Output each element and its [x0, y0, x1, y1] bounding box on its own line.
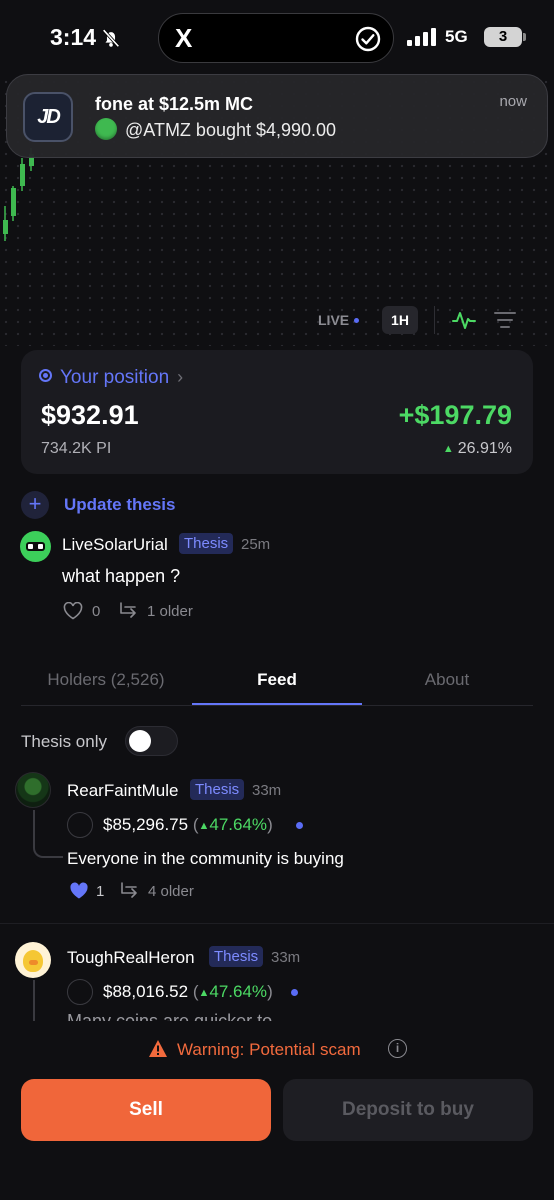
battery-icon: 3 [484, 27, 522, 47]
check-circle-icon [355, 26, 381, 52]
pulse-chart-icon[interactable] [452, 309, 476, 331]
post-time: 33m [271, 949, 301, 966]
post-username[interactable]: RearFaintMule [67, 781, 179, 801]
holding-amount: $85,296.75 [103, 815, 189, 834]
pnl-pct-value: 26.91% [457, 440, 512, 457]
thread-line [33, 810, 63, 858]
update-thesis-label: Update thesis [64, 495, 176, 514]
post-username[interactable]: ToughRealHeron [67, 948, 195, 968]
x-logo-icon: X [175, 23, 193, 53]
heart-filled-icon[interactable] [69, 882, 89, 900]
push-notification[interactable]: JD fone at $12.5m MC @ATMZ bought $4,990… [6, 74, 548, 158]
up-triangle-icon: ▲ [198, 987, 210, 999]
toggle-knob [129, 730, 151, 752]
warning-text: Warning: Potential scam [177, 1040, 361, 1059]
like-count: 1 [96, 883, 105, 900]
tab-about[interactable]: About [362, 670, 532, 690]
notification-body: @ATMZ bought $4,990.00 [95, 118, 336, 141]
post-username[interactable]: LiveSolarUrial [62, 535, 168, 555]
position-card[interactable]: Your position › $932.91 734.2K PI +$197.7… [21, 350, 533, 474]
sell-button[interactable]: Sell [21, 1079, 271, 1141]
position-amount: 734.2K PI [41, 440, 112, 457]
thesis-badge: Thesis [209, 946, 264, 967]
tab-indicator [192, 703, 362, 705]
divider [0, 923, 554, 924]
token-ring-icon [67, 979, 93, 1005]
status-dot [291, 989, 298, 996]
notification-body-text: @ATMZ bought $4,990.00 [125, 120, 337, 140]
post-message: what happen ? [62, 566, 181, 586]
holding-value: $88,016.52 (▲47.64%) [103, 982, 273, 1001]
thesis-only-label: Thesis only [21, 732, 107, 751]
reply-thread-icon [121, 882, 137, 898]
interval-button[interactable]: 1H [382, 306, 418, 334]
avatar[interactable] [15, 942, 51, 978]
app-logo-icon: JD [23, 92, 73, 142]
bell-slash-icon [102, 29, 120, 48]
battery-cap [523, 33, 526, 41]
status-bar: 3:14 X 5G 3 [0, 0, 554, 76]
position-pnl-pct: ▲ 26.91% [443, 440, 512, 458]
plus-icon: + [21, 491, 49, 519]
divider [434, 306, 435, 334]
holding-value: $85,296.75 (▲47.64%) [103, 815, 273, 834]
up-triangle-icon: ▲ [442, 443, 454, 455]
holding-gain: 47.64% [209, 815, 268, 834]
notification-title: fone at $12.5m MC [95, 94, 254, 114]
thread-line [33, 980, 35, 1022]
position-value: $932.91 [41, 400, 139, 430]
reply-thread-icon [120, 602, 136, 618]
post-time: 33m [252, 782, 282, 799]
position-header[interactable]: Your position › [39, 367, 183, 389]
tab-holders[interactable]: Holders (2,526) [21, 670, 191, 690]
token-ring-icon [67, 812, 93, 838]
position-dot-icon [39, 369, 52, 382]
network-label: 5G [445, 27, 468, 46]
tab-feed[interactable]: Feed [192, 670, 362, 690]
dynamic-island[interactable]: X [158, 13, 394, 63]
post-message: Many coins are quicker to [67, 1013, 272, 1021]
filter-lines-icon[interactable] [494, 310, 516, 330]
live-toggle[interactable]: LIVE [318, 312, 360, 328]
holding-gain: 47.64% [209, 982, 268, 1001]
avatar[interactable] [15, 772, 51, 808]
up-triangle-icon: ▲ [198, 820, 210, 832]
tab-bar: Holders (2,526) Feed About [21, 662, 533, 706]
thesis-badge: Thesis [190, 779, 245, 800]
status-time: 3:14 [50, 24, 97, 50]
notification-time: now [499, 93, 527, 110]
status-dot [296, 822, 303, 829]
position-label: Your position [60, 367, 170, 388]
position-pnl: +$197.79 [398, 400, 512, 430]
post-message: Everyone in the community is buying [67, 849, 344, 868]
heart-icon[interactable] [63, 602, 83, 620]
warning-triangle-icon [149, 1040, 167, 1057]
post-time: 25m [241, 536, 271, 553]
holding-amount: $88,016.52 [103, 982, 189, 1001]
live-label: LIVE [318, 312, 350, 328]
green-circle-icon [95, 118, 117, 140]
live-dot [354, 318, 360, 323]
info-icon[interactable]: i [388, 1039, 407, 1058]
post-message-clipped: Many coins are quicker to [67, 1013, 367, 1021]
like-count: 0 [92, 603, 101, 620]
chevron-right-icon: › [177, 367, 184, 387]
thesis-badge: Thesis [179, 533, 234, 554]
avatar[interactable] [20, 531, 51, 562]
older-link[interactable]: 1 older [147, 603, 193, 620]
deposit-to-buy-button[interactable]: Deposit to buy [283, 1079, 533, 1141]
signal-icon [407, 28, 436, 46]
older-link[interactable]: 4 older [148, 883, 194, 900]
thesis-only-toggle[interactable] [125, 726, 178, 756]
